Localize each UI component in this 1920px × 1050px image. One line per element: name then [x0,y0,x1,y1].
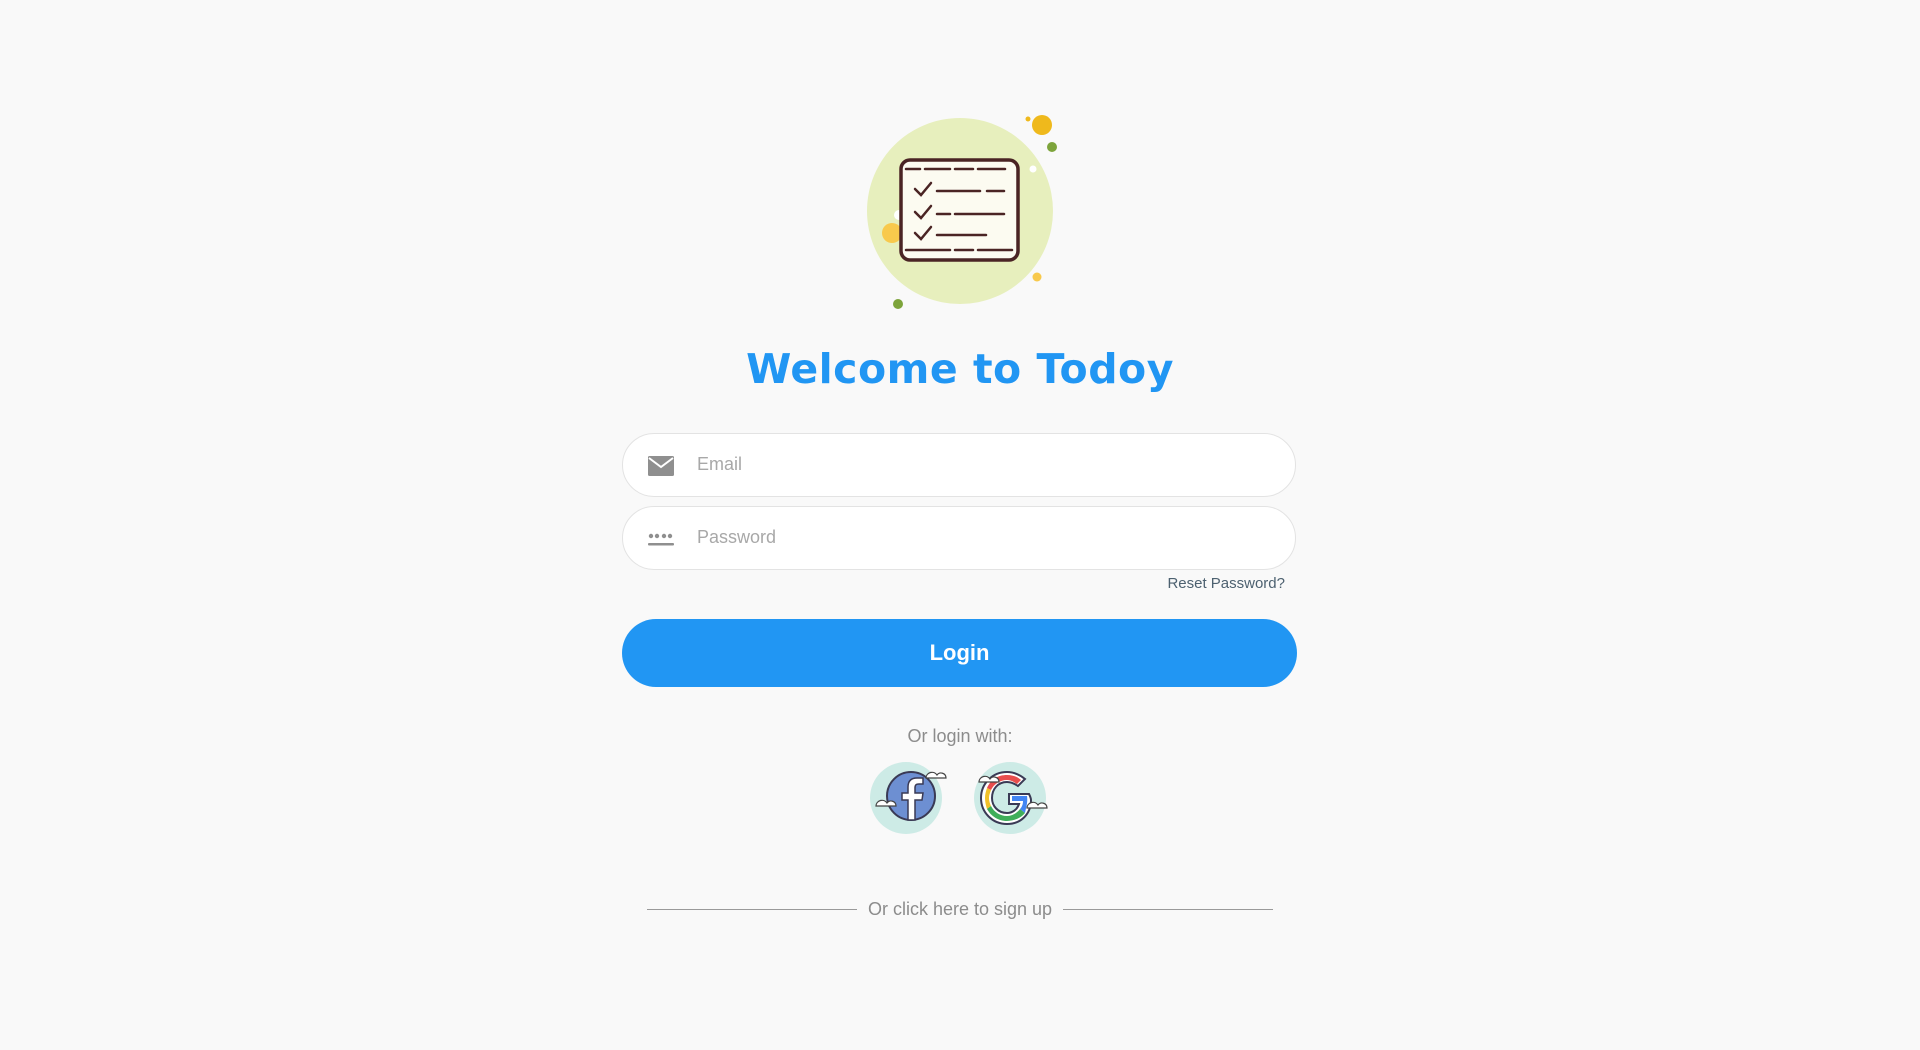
email-input[interactable] [697,434,1267,495]
signup-link[interactable]: Or click here to sign up [857,899,1063,920]
google-icon[interactable] [965,758,1055,838]
social-login-label: Or login with: [907,726,1013,746]
reset-password-link[interactable]: Reset Password? [1100,575,1285,592]
facebook-icon[interactable] [866,758,956,838]
page-title: Welcome to Todoy [746,345,1174,393]
envelope-icon [648,456,674,476]
divider-right [1063,909,1273,910]
checklist-icon [867,115,1057,309]
email-field[interactable] [622,433,1296,497]
login-button[interactable]: Login [622,619,1297,687]
password-field[interactable] [622,506,1296,570]
login-page: Welcome to Todoy Reset Password? Login O… [0,0,1920,1050]
password-dots-icon [648,533,674,546]
password-input[interactable] [697,507,1267,568]
divider-left [647,909,857,910]
